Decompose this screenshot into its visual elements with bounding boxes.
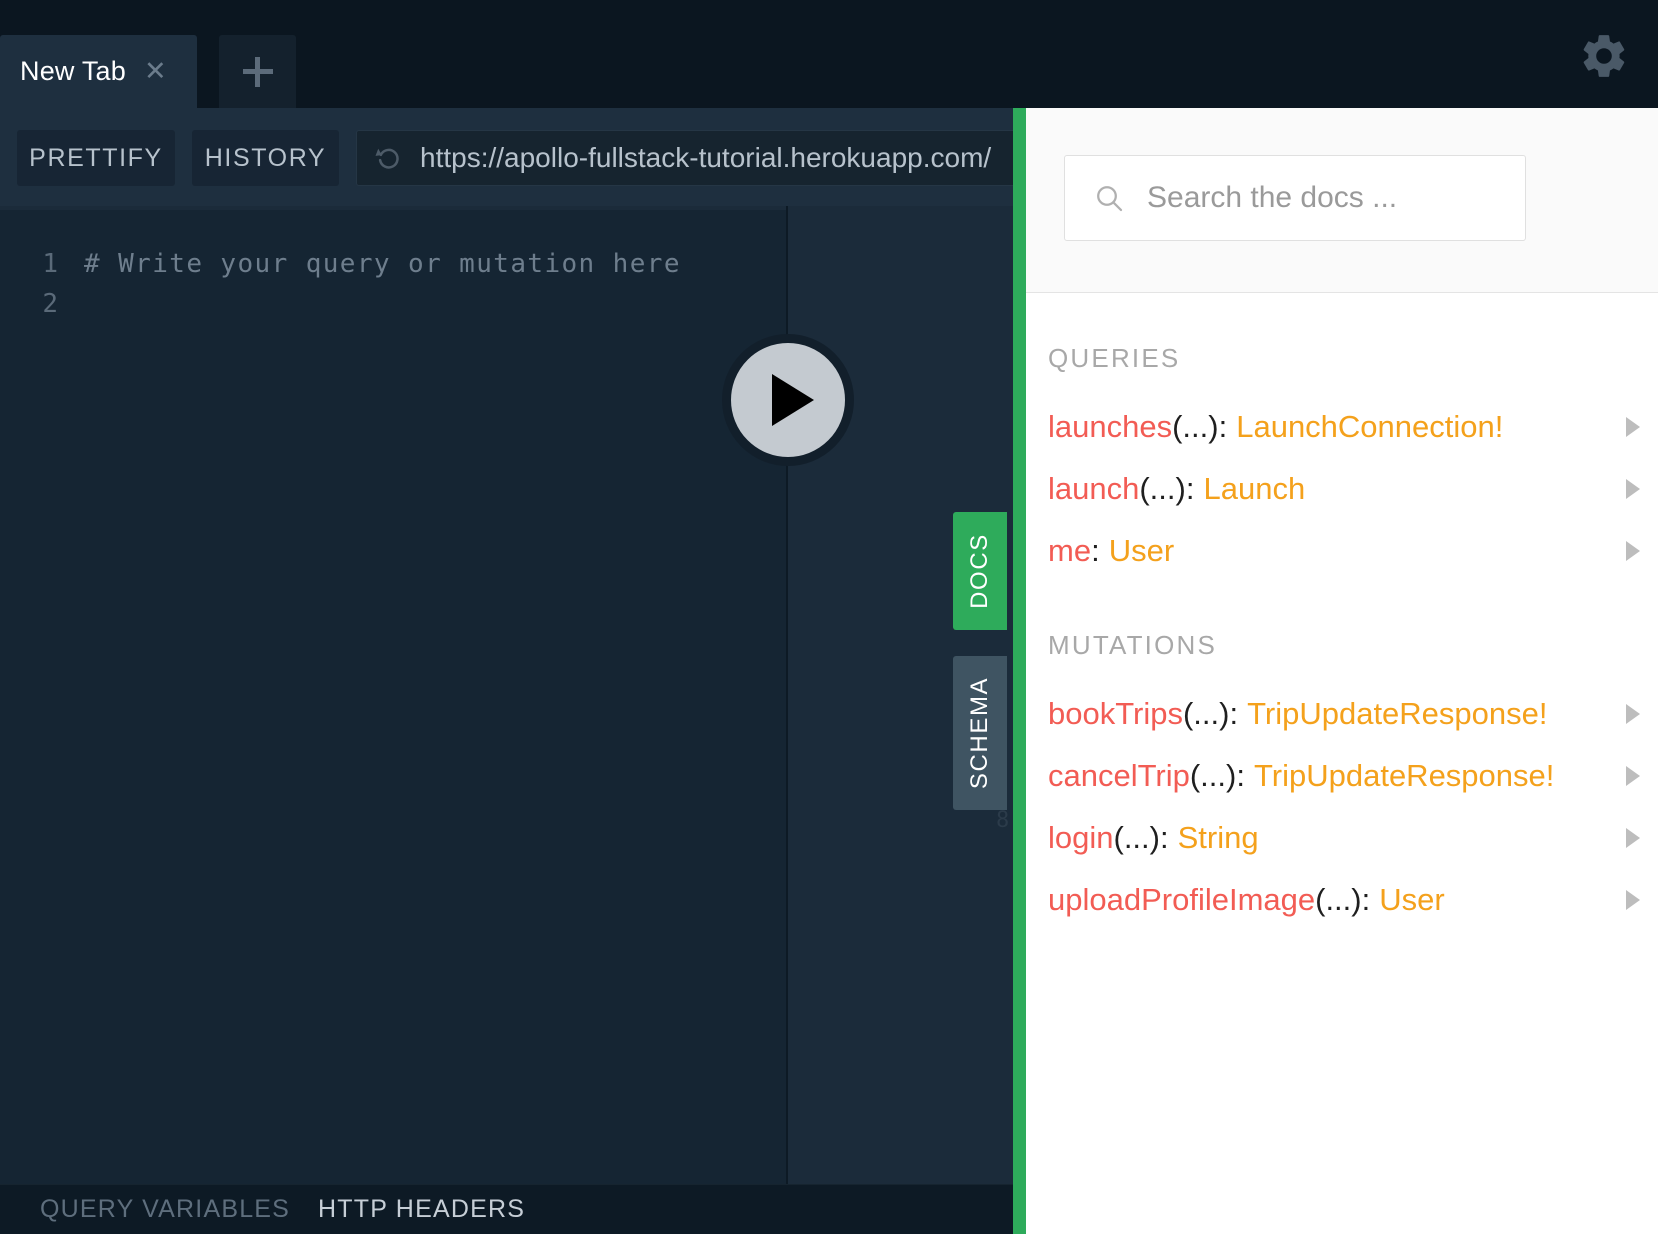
reload-icon[interactable]: [374, 143, 404, 173]
field-name: login: [1048, 820, 1114, 855]
editor-top-divider: [0, 206, 787, 210]
line-number: 2: [42, 289, 58, 319]
docs-field-login[interactable]: login (...) : String: [1026, 807, 1658, 869]
field-colon: :: [1218, 409, 1228, 444]
chevron-right-icon: [1626, 828, 1640, 848]
field-colon: :: [1185, 471, 1195, 506]
code-line: 1 # Write your query or mutation here: [0, 244, 787, 284]
field-colon: :: [1361, 882, 1371, 917]
endpoint-url-input[interactable]: https://apollo-fullstack-tutorial.heroku…: [356, 130, 1056, 186]
editor-pane: PRETTIFY HISTORY https://apollo-fullstac…: [0, 108, 1056, 1234]
line-number: 1: [42, 249, 58, 279]
field-args: (...): [1315, 882, 1362, 917]
field-type: Launch: [1203, 471, 1306, 506]
gear-icon: [1583, 35, 1625, 77]
field-args: (...): [1113, 820, 1161, 855]
tab-query-variables[interactable]: QUERY VARIABLES: [40, 1195, 290, 1224]
docs-field-bookTrips[interactable]: bookTrips (...) : TripUpdateResponse!: [1026, 683, 1658, 745]
code-area[interactable]: 1 # Write your query or mutation here 2: [0, 244, 787, 324]
search-placeholder: Search the docs ...: [1147, 181, 1398, 214]
line-content: # Write your query or mutation here: [84, 249, 681, 279]
field-colon: :: [1236, 758, 1245, 793]
plus-icon: [242, 56, 273, 87]
docs-field-uploadProfileImage[interactable]: uploadProfileImage (...) : User: [1026, 869, 1658, 931]
play-icon: [771, 374, 814, 426]
sidetab-schema-label: SCHEMA: [966, 676, 993, 790]
execute-query-button[interactable]: [722, 334, 854, 466]
editor-bottom-bar: QUERY VARIABLES HTTP HEADERS: [0, 1184, 1013, 1234]
field-args: (...): [1139, 471, 1186, 506]
field-type: User: [1108, 533, 1175, 568]
field-type: LaunchConnection!: [1236, 409, 1504, 444]
field-type: TripUpdateResponse!: [1253, 758, 1555, 793]
chevron-right-icon: [1626, 704, 1640, 724]
chevron-right-icon: [1626, 479, 1640, 499]
code-line: 2: [0, 284, 787, 324]
field-type: User: [1379, 882, 1445, 917]
tab-new-tab[interactable]: New Tab ✕: [0, 35, 197, 108]
field-name: launch: [1048, 471, 1140, 506]
field-name: me: [1048, 533, 1092, 568]
add-tab-button[interactable]: [219, 35, 296, 108]
field-type: String: [1177, 820, 1259, 855]
field-args: (...): [1182, 696, 1230, 731]
docs-section-title-mutations: MUTATIONS: [1048, 630, 1218, 660]
docs-field-launches[interactable]: launches (...) : LaunchConnection!: [1026, 396, 1658, 458]
field-name: uploadProfileImage: [1048, 882, 1316, 917]
search-input[interactable]: Search the docs ...: [1064, 155, 1526, 241]
docs-search-bar: Search the docs ...: [1026, 108, 1658, 293]
field-name: bookTrips: [1048, 696, 1183, 731]
field-colon: :: [1229, 696, 1239, 731]
field-type: TripUpdateResponse!: [1247, 696, 1548, 731]
docs-queries-list: launches (...) : LaunchConnection! launc…: [1026, 396, 1658, 582]
field-name: launches: [1048, 409, 1173, 444]
sidetab-schema[interactable]: SCHEMA: [953, 656, 1007, 810]
tab-http-headers[interactable]: HTTP HEADERS: [318, 1195, 525, 1224]
sidetab-docs-label: DOCS: [966, 533, 993, 609]
docs-pane: Search the docs ... QUERIES launches (..…: [1026, 108, 1658, 1234]
tab-bar: New Tab ✕: [0, 0, 1658, 108]
chevron-right-icon: [1626, 766, 1640, 786]
graphql-playground-window: New Tab ✕ PRETTIFY HISTORY https://apoll…: [0, 0, 1658, 1234]
history-button[interactable]: HISTORY: [192, 130, 339, 186]
docs-section-title-queries: QUERIES: [1048, 343, 1181, 373]
field-args: (...): [1172, 409, 1219, 444]
docs-mutations-list: bookTrips (...) : TripUpdateResponse! ca…: [1026, 683, 1658, 931]
query-editor[interactable]: 1 # Write your query or mutation here 2: [0, 206, 787, 1184]
docs-splitter[interactable]: [1013, 108, 1026, 1234]
sidetab-docs[interactable]: DOCS: [953, 512, 1007, 630]
close-icon[interactable]: ✕: [144, 58, 167, 85]
docs-field-launch[interactable]: launch (...) : Launch: [1026, 458, 1658, 520]
chevron-right-icon: [1626, 417, 1640, 437]
editor-faint-mark: 8: [996, 808, 1010, 833]
field-name: cancelTrip: [1048, 758, 1190, 793]
search-icon: [1097, 186, 1123, 212]
docs-field-cancelTrip[interactable]: cancelTrip (...) : TripUpdateResponse!: [1026, 745, 1658, 807]
field-colon: :: [1160, 820, 1169, 855]
field-colon: :: [1091, 533, 1100, 568]
endpoint-url-text: https://apollo-fullstack-tutorial.heroku…: [420, 142, 992, 173]
docs-content[interactable]: QUERIES launches (...) : LaunchConnectio…: [1026, 293, 1658, 1234]
docs-field-me[interactable]: me : User: [1026, 520, 1658, 582]
field-args: (...): [1189, 758, 1237, 793]
tab-label: New Tab: [20, 56, 126, 86]
settings-button[interactable]: [1578, 30, 1630, 82]
editor-toolbar: PRETTIFY HISTORY https://apollo-fullstac…: [0, 108, 1056, 206]
prettify-button[interactable]: PRETTIFY: [17, 130, 175, 186]
chevron-right-icon: [1626, 541, 1640, 561]
chevron-right-icon: [1626, 890, 1640, 910]
